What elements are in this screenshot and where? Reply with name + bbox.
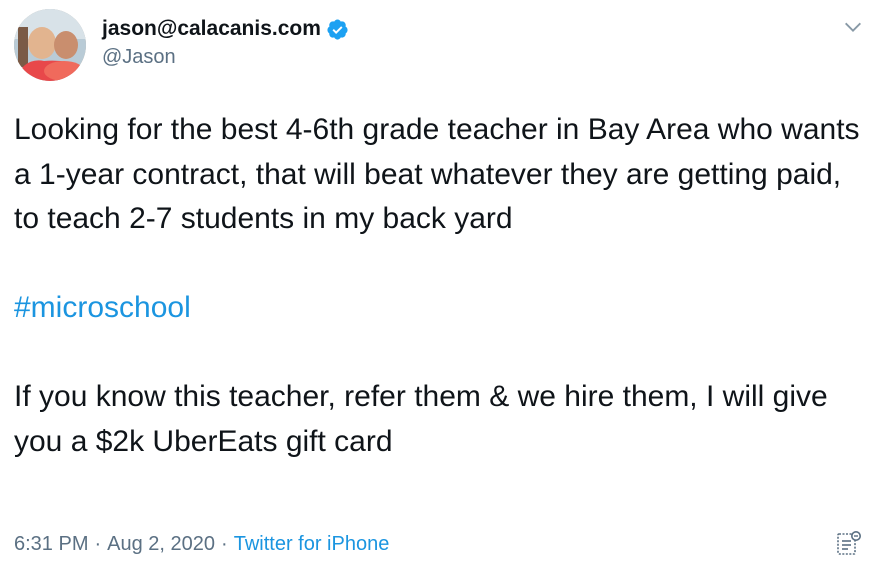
tweet-date[interactable]: Aug 2, 2020 <box>107 533 215 556</box>
meta-separator: · <box>221 533 228 555</box>
author-names: jason@calacanis.com @Jason <box>102 14 349 69</box>
tweet-text-paragraph-2: If you know this teacher, refer them & w… <box>14 380 828 458</box>
display-name-row: jason@calacanis.com <box>102 14 349 44</box>
verified-badge-icon <box>326 18 349 41</box>
analytics-icon[interactable] <box>836 530 862 556</box>
meta-separator: · <box>94 533 102 555</box>
avatar[interactable] <box>14 9 86 81</box>
hashtag-link[interactable]: #microschool <box>14 291 191 324</box>
avatar-photo-icon <box>14 9 86 81</box>
handle[interactable]: @Jason <box>102 46 349 69</box>
tweet-time[interactable]: 6:31 PM <box>14 533 88 556</box>
tweet-card: jason@calacanis.com @Jason Looking for t… <box>0 0 884 575</box>
tweet-text-paragraph-1: Looking for the best 4-6th grade teacher… <box>14 113 860 235</box>
tweet-meta: 6:31 PM · Aug 2, 2020 · Twitter for iPho… <box>14 533 389 556</box>
tweet-source-link[interactable]: Twitter for iPhone <box>234 533 390 556</box>
display-name[interactable]: jason@calacanis.com <box>102 17 321 41</box>
chevron-down-icon[interactable] <box>842 16 864 38</box>
tweet-text: Looking for the best 4-6th grade teacher… <box>14 108 864 464</box>
